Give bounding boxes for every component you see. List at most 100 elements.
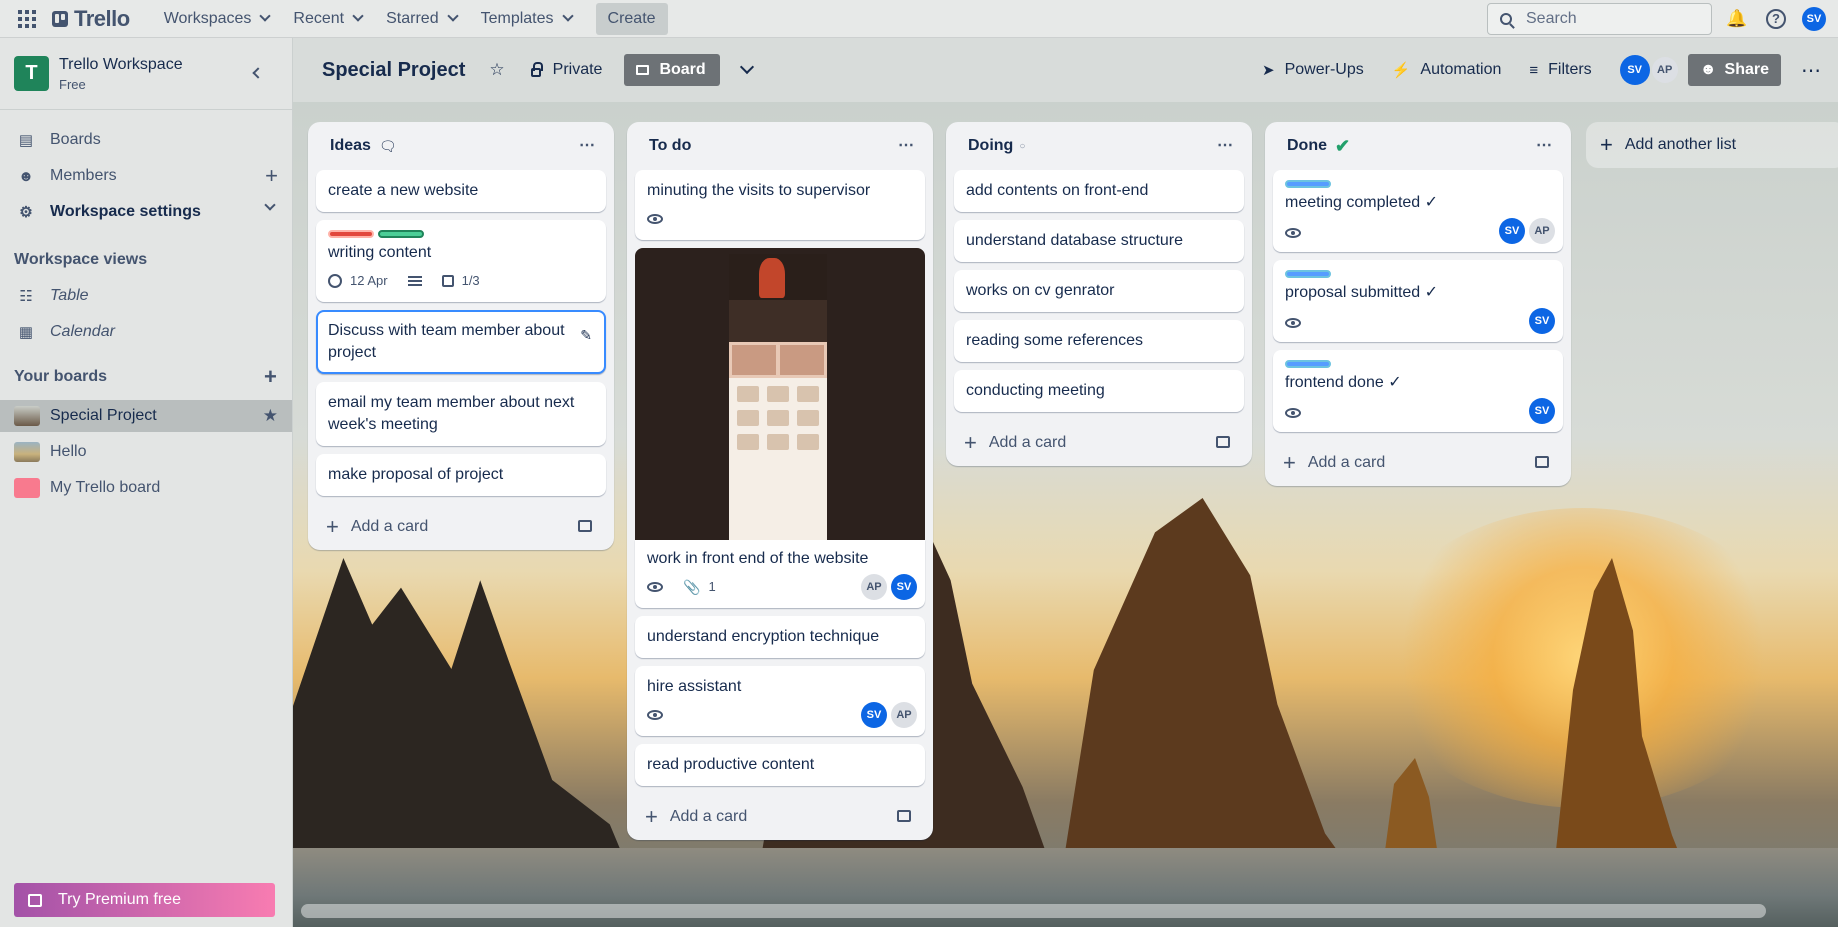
star-board-icon[interactable]: ☆: [489, 60, 504, 80]
label-blue[interactable]: [1285, 360, 1331, 368]
sidebar-item-table[interactable]: ☷ Table: [0, 280, 292, 312]
member-avatar[interactable]: AP: [861, 574, 887, 600]
card-cover-image[interactable]: [635, 248, 925, 540]
sidebar-item-boards[interactable]: ▤ Boards: [0, 124, 292, 156]
add-card-button[interactable]: + Add a card: [946, 420, 1252, 466]
workspaces-menu[interactable]: Workspaces: [152, 0, 282, 38]
sidebar-item-calendar[interactable]: ▦ Calendar: [0, 316, 292, 348]
card[interactable]: create a new website: [316, 170, 606, 212]
member-avatar[interactable]: AP: [1651, 57, 1678, 83]
trello-icon: [52, 10, 68, 27]
list-title[interactable]: Done: [1287, 137, 1327, 155]
card[interactable]: works on cv genrator: [954, 270, 1244, 312]
card-title: meeting completed ✓: [1285, 194, 1439, 211]
list-menu-icon[interactable]: ⋯: [1536, 135, 1553, 155]
templates-menu[interactable]: Templates: [469, 0, 584, 38]
sidebar-item-workspace-settings[interactable]: ⚙ Workspace settings: [0, 196, 292, 228]
sidebar-board-special-project[interactable]: Special Project ★: [0, 400, 292, 432]
card[interactable]: Discuss with team member about project ✎: [316, 310, 606, 374]
card[interactable]: proposal submitted ✓ SV: [1273, 260, 1563, 342]
card-template-icon[interactable]: [1535, 456, 1549, 468]
automation-button[interactable]: ⚡ Automation: [1392, 61, 1502, 79]
star-icon[interactable]: ★: [263, 406, 278, 426]
chevron-down-icon[interactable]: [264, 199, 276, 211]
board-view-button[interactable]: Board: [624, 54, 720, 86]
person-add-icon: ☻: [1699, 61, 1717, 78]
card[interactable]: writing content 12 Apr 1/3: [316, 220, 606, 302]
card[interactable]: work in front end of the website 📎 1 AP S…: [635, 540, 925, 608]
list-title[interactable]: Ideas: [330, 137, 371, 155]
app-switcher-icon[interactable]: [18, 9, 38, 29]
add-card-button[interactable]: + Add a card: [308, 504, 614, 550]
list-menu-icon[interactable]: ⋯: [1217, 135, 1234, 155]
member-avatar[interactable]: SV: [1529, 398, 1555, 424]
card-members: SV: [1529, 308, 1555, 334]
member-avatar[interactable]: SV: [861, 702, 887, 728]
add-list-button[interactable]: + Add another list: [1586, 122, 1838, 168]
label-red[interactable]: [328, 230, 374, 238]
card[interactable]: email my team member about next week's m…: [316, 382, 606, 446]
share-button[interactable]: ☻ Share: [1687, 54, 1781, 86]
sidebar-board-my-trello-board[interactable]: My Trello board: [0, 472, 292, 504]
board-thumbnail: [14, 442, 40, 462]
horizontal-scrollbar[interactable]: [301, 904, 1766, 918]
try-premium-button[interactable]: Try Premium free: [14, 883, 275, 917]
member-avatar[interactable]: SV: [1499, 218, 1525, 244]
add-member-icon[interactable]: +: [265, 163, 278, 189]
card[interactable]: read productive content: [635, 744, 925, 786]
more-icon[interactable]: ⋯: [1801, 58, 1822, 83]
member-avatar[interactable]: SV: [1619, 55, 1650, 85]
edit-pencil-icon[interactable]: ✎: [580, 324, 592, 346]
list-title[interactable]: To do: [649, 137, 691, 155]
card[interactable]: add contents on front-end: [954, 170, 1244, 212]
card[interactable]: reading some references: [954, 320, 1244, 362]
card[interactable]: minuting the visits to supervisor: [635, 170, 925, 240]
list-title[interactable]: Doing: [968, 137, 1013, 155]
member-avatar[interactable]: AP: [1529, 218, 1555, 244]
recent-menu[interactable]: Recent: [281, 0, 374, 38]
board-title[interactable]: Special Project: [322, 59, 465, 82]
filters-button[interactable]: ≡ Filters: [1529, 61, 1591, 79]
label-green[interactable]: [378, 230, 424, 238]
power-ups-button[interactable]: ➤ Power-Ups: [1262, 61, 1364, 79]
card[interactable]: hire assistant SV AP: [635, 666, 925, 736]
sidebar-board-hello[interactable]: Hello: [0, 436, 292, 468]
card-template-icon[interactable]: [578, 520, 592, 532]
clock-icon: [328, 274, 342, 288]
sidebar-item-members[interactable]: ☻ Members +: [0, 160, 292, 192]
workspace-avatar[interactable]: T: [14, 56, 49, 91]
trello-logo[interactable]: Trello: [52, 6, 130, 32]
search-input[interactable]: Search: [1487, 3, 1712, 35]
card[interactable]: understand database structure: [954, 220, 1244, 262]
label-blue[interactable]: [1285, 180, 1331, 188]
workspace-name[interactable]: Trello Workspace: [59, 56, 183, 74]
visibility-button[interactable]: Private: [530, 61, 602, 79]
plus-icon: +: [964, 430, 977, 455]
eye-icon: [647, 710, 663, 720]
notifications-icon[interactable]: 🔔: [1726, 9, 1747, 29]
chevron-down-icon[interactable]: [739, 59, 754, 75]
user-avatar[interactable]: SV: [1802, 7, 1826, 31]
card-template-icon[interactable]: [897, 810, 911, 822]
member-avatar[interactable]: AP: [891, 702, 917, 728]
card[interactable]: understand encryption technique: [635, 616, 925, 658]
card[interactable]: make proposal of project: [316, 454, 606, 496]
label-blue[interactable]: [1285, 270, 1331, 278]
add-card-button[interactable]: + Add a card: [627, 794, 933, 840]
lock-icon: [530, 62, 543, 77]
card[interactable]: meeting completed ✓ SV AP: [1273, 170, 1563, 252]
list-menu-icon[interactable]: ⋯: [579, 135, 596, 155]
member-avatar[interactable]: SV: [1529, 308, 1555, 334]
card-template-icon[interactable]: [1216, 436, 1230, 448]
card[interactable]: frontend done ✓ SV: [1273, 350, 1563, 432]
create-button[interactable]: Create: [595, 2, 668, 35]
help-icon[interactable]: ?: [1766, 9, 1786, 29]
member-avatar[interactable]: SV: [891, 574, 917, 600]
due-date-badge[interactable]: 12 Apr: [328, 270, 388, 292]
card[interactable]: conducting meeting: [954, 370, 1244, 412]
collapse-sidebar-icon[interactable]: [252, 67, 264, 79]
add-card-button[interactable]: + Add a card: [1265, 440, 1571, 486]
list-menu-icon[interactable]: ⋯: [898, 135, 915, 155]
add-board-icon[interactable]: +: [264, 364, 277, 390]
starred-menu[interactable]: Starred: [374, 0, 468, 38]
